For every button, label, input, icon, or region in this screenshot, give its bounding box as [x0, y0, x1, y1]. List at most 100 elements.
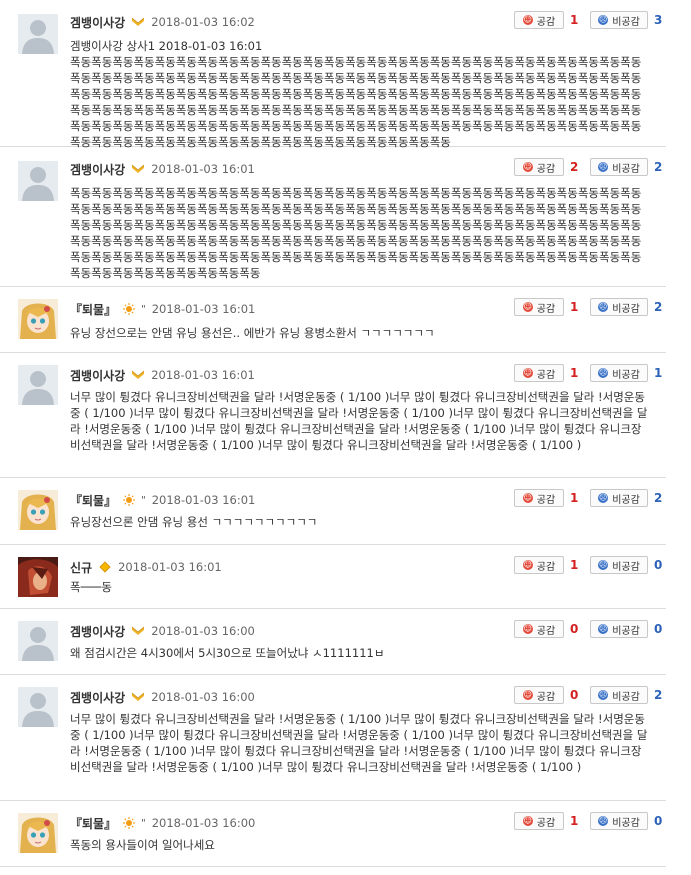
- avatar[interactable]: [18, 14, 58, 54]
- avatar[interactable]: [18, 557, 58, 597]
- like-count: 0: [570, 688, 579, 702]
- comment-text: 너무 많이 튕겼다 유니크장비선택권을 달라 !서명운동중 ( 1/100 )너…: [70, 390, 648, 452]
- nickname[interactable]: 『퇴물』: [70, 815, 116, 832]
- nickname[interactable]: 겜뱅이사강: [70, 14, 125, 31]
- dislike-label: 비공감: [612, 494, 640, 506]
- avatar[interactable]: [18, 365, 58, 405]
- dislike-button[interactable]: ☹ 비공감: [590, 158, 648, 176]
- nickname[interactable]: 겜뱅이사강: [70, 161, 125, 178]
- nickname[interactable]: 겜뱅이사강: [70, 689, 125, 706]
- like-button[interactable]: ☺ 공감: [514, 812, 564, 830]
- comment-item: 겜뱅이사강 2018-01-03 16:02 ☺ 공감 1 ☹ 비공감 3 겜뱅이사강 상사1 …: [0, 0, 666, 149]
- dislike-label: 비공감: [612, 691, 640, 703]
- vote-controls: ☺ 공감 1 ☹ 비공감 0: [514, 555, 666, 575]
- vote-controls: ☺ 공감 0 ☹ 비공감 0: [514, 619, 666, 639]
- comment-body: 왜 점검시간은 4시30에서 5시30으로 또늘어났냐 ㅅ1111111ㅂ: [70, 645, 648, 661]
- timestamp: 2018-01-03 16:01: [151, 493, 256, 507]
- comment-item: 겜뱅이사강 2018-01-03 16:01 ☺ 공감 2 ☹ 비공감 2 폭동폭동폭동폭동폭동…: [0, 147, 666, 287]
- nickname[interactable]: 겜뱅이사강: [70, 367, 125, 384]
- vote-controls: ☺ 공감 1 ☹ 비공감 3: [514, 10, 666, 30]
- dislike-count: 0: [654, 622, 663, 636]
- timestamp: 2018-01-03 16:01: [151, 162, 255, 176]
- comment-body: 폭동폭동폭동폭동폭동폭동폭동폭동폭동폭동폭동폭동폭동폭동폭동폭동폭동폭동폭동폭동…: [70, 185, 648, 281]
- dislike-count: 0: [654, 814, 663, 828]
- like-label: 공감: [536, 369, 556, 381]
- like-button[interactable]: ☺ 공감: [514, 620, 564, 638]
- like-button[interactable]: ☺ 공감: [514, 556, 564, 574]
- avatar[interactable]: [18, 813, 58, 853]
- dislike-button[interactable]: ☹ 비공감: [590, 489, 648, 507]
- grade-icon: [125, 16, 145, 28]
- comment-item: 겜뱅이사강 2018-01-03 16:01 ☺ 공감 1 ☹ 비공감 1 너무 많이 튕겼다 …: [0, 353, 666, 478]
- nickname[interactable]: 신규: [70, 559, 92, 576]
- comment-item: 겜뱅이사강 2018-01-03 16:00 ☺ 공감 0 ☹ 비공감 2 너무 많이 튕겼다 …: [0, 675, 666, 801]
- dislike-label: 비공감: [612, 369, 640, 381]
- dislike-button[interactable]: ☹ 비공감: [590, 298, 648, 316]
- dislike-count: 2: [654, 300, 663, 314]
- comment-item: 『퇴물』 " 2018-01-03 16:01 ☺ 공감 1 ☹ 비공감 2 유닝 장선으로는 안…: [0, 287, 666, 353]
- nickname[interactable]: 겜뱅이사강: [70, 623, 125, 640]
- grade-icon: [125, 369, 145, 381]
- comment-text: 유닝장선으론 안댐 유닝 용선 ㄱㄱㄱㄱㄱㄱㄱㄱㄱㄱ: [70, 515, 318, 529]
- like-button[interactable]: ☺ 공감: [514, 158, 564, 176]
- avatar[interactable]: [18, 687, 58, 727]
- dislike-label: 비공감: [612, 163, 640, 175]
- timestamp: 2018-01-03 16:02: [151, 15, 255, 29]
- grade-icon: [92, 561, 112, 573]
- dislike-button[interactable]: ☹ 비공감: [590, 364, 648, 382]
- title-mark: ": [141, 494, 146, 506]
- frown-icon: ☹: [598, 162, 609, 172]
- grade-icon: [116, 494, 136, 506]
- comment-header: 겜뱅이사강 2018-01-03 16:02: [70, 12, 255, 32]
- frown-icon: ☹: [598, 368, 609, 378]
- smile-icon: ☺: [522, 493, 533, 503]
- comment-header: 『퇴물』 " 2018-01-03 16:01: [70, 299, 255, 319]
- comment-text: 폭동폭동폭동폭동폭동폭동폭동폭동폭동폭동폭동폭동폭동폭동폭동폭동폭동폭동폭동폭동…: [70, 55, 642, 149]
- comment-header: 신규 2018-01-03 16:01: [70, 557, 222, 577]
- dislike-button[interactable]: ☹ 비공감: [590, 556, 648, 574]
- timestamp: 2018-01-03 16:00: [151, 690, 255, 704]
- comment-item: 겜뱅이사강 2018-01-03 16:00 ☺ 공감 0 ☹ 비공감 0 왜 점검시간은 4시…: [0, 609, 666, 675]
- smile-icon: ☺: [522, 368, 533, 378]
- nickname[interactable]: 『퇴물』: [70, 301, 116, 318]
- comment-body: 폭동의 용사들이여 일어나세요: [70, 837, 648, 853]
- comment-text: 왜 점검시간은 4시30에서 5시30으로 또늘어났냐 ㅅ1111111ㅂ: [70, 646, 385, 660]
- dislike-button[interactable]: ☹ 비공감: [590, 812, 648, 830]
- grade-icon: [125, 625, 145, 637]
- comment-body: 폭───동: [70, 579, 648, 595]
- comment-header: 겜뱅이사강 2018-01-03 16:00: [70, 687, 255, 707]
- comment-text: 폭───동: [70, 580, 112, 594]
- frown-icon: ☹: [598, 493, 609, 503]
- dislike-label: 비공감: [612, 817, 640, 829]
- like-button[interactable]: ☺ 공감: [514, 489, 564, 507]
- like-button[interactable]: ☺ 공감: [514, 298, 564, 316]
- smile-icon: ☺: [522, 690, 533, 700]
- frown-icon: ☹: [598, 302, 609, 312]
- like-label: 공감: [536, 625, 556, 637]
- like-count: 0: [570, 622, 579, 636]
- like-button[interactable]: ☺ 공감: [514, 11, 564, 29]
- smile-icon: ☺: [522, 624, 533, 634]
- avatar[interactable]: [18, 161, 58, 201]
- like-count: 1: [570, 300, 579, 314]
- nickname[interactable]: 『퇴물』: [70, 492, 116, 509]
- like-label: 공감: [536, 16, 556, 28]
- timestamp: 2018-01-03 16:01: [118, 560, 222, 574]
- grade-icon: [125, 163, 145, 175]
- avatar[interactable]: [18, 490, 58, 530]
- avatar[interactable]: [18, 621, 58, 661]
- dislike-button[interactable]: ☹ 비공감: [590, 11, 648, 29]
- dislike-button[interactable]: ☹ 비공감: [590, 686, 648, 704]
- vote-controls: ☺ 공감 1 ☹ 비공감 2: [514, 488, 666, 508]
- dislike-button[interactable]: ☹ 비공감: [590, 620, 648, 638]
- avatar[interactable]: [18, 299, 58, 339]
- vote-controls: ☺ 공감 1 ☹ 비공감 1: [514, 363, 666, 383]
- frown-icon: ☹: [598, 816, 609, 826]
- like-count: 1: [570, 491, 579, 505]
- like-button[interactable]: ☺ 공감: [514, 364, 564, 382]
- vote-controls: ☺ 공감 0 ☹ 비공감 2: [514, 685, 666, 705]
- comment-text: 겜뱅이사강 상사1 2018-01-03 16:01: [70, 39, 263, 53]
- frown-icon: ☹: [598, 560, 609, 570]
- comment-item: 『퇴물』 " 2018-01-03 16:01 ☺ 공감 1 ☹ 비공감 2 유닝장선으론 안댐 …: [0, 478, 666, 545]
- like-button[interactable]: ☺ 공감: [514, 686, 564, 704]
